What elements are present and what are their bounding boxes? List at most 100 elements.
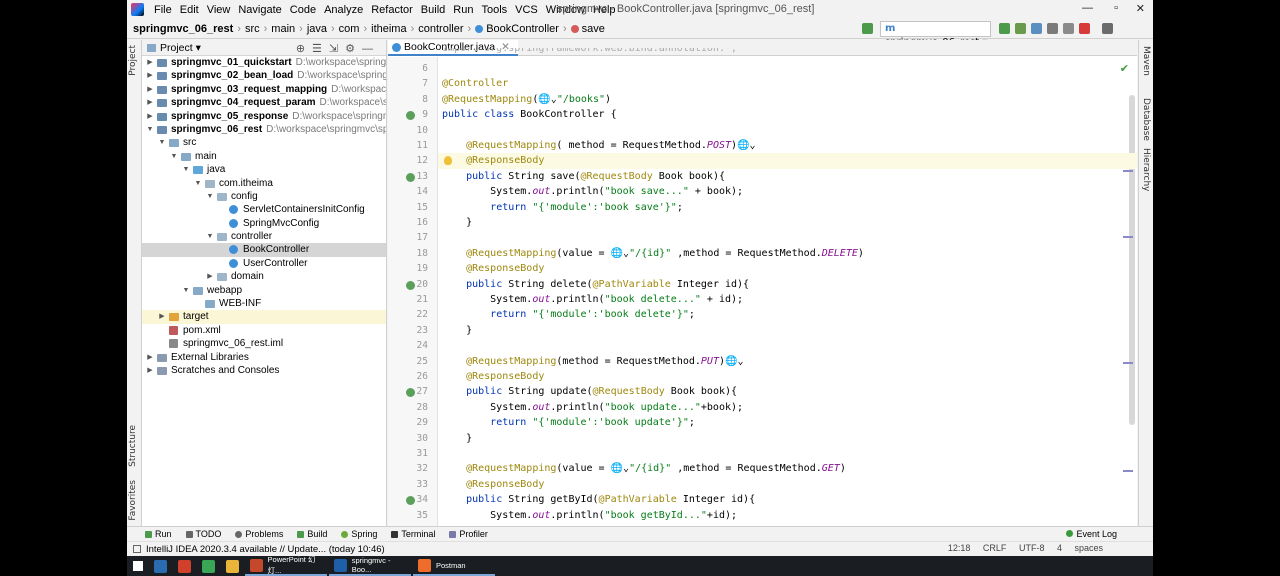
maximize-button[interactable]: ▫	[1114, 2, 1118, 14]
run-icon[interactable]	[999, 23, 1010, 34]
code-line[interactable]	[438, 123, 1137, 138]
breadcrumb-src[interactable]: › src	[233, 23, 259, 35]
close-button[interactable]: ✕	[1136, 2, 1145, 15]
menu-file[interactable]: File	[150, 4, 176, 16]
search-everywhere-icon[interactable]	[1102, 23, 1113, 34]
tree-item[interactable]: ▶ External Libraries	[142, 351, 386, 364]
taskbar-app[interactable]	[221, 556, 245, 576]
breadcrumb-method[interactable]: › save	[559, 23, 605, 35]
intention-bulb-icon[interactable]	[444, 156, 452, 166]
tree-item[interactable]: ▶ Scratches and Consoles	[142, 364, 386, 377]
code-line[interactable]: @Controller	[438, 76, 1137, 91]
expand-down-icon[interactable]: ▼	[170, 150, 178, 163]
tree-item[interactable]: WEB-INF	[142, 297, 386, 310]
code-line[interactable]: @RequestMapping(method = RequestMethod.P…	[438, 354, 1137, 369]
project-panel-title[interactable]: Project	[160, 42, 193, 54]
tree-item[interactable]: SpringMvcConfig	[142, 217, 386, 230]
tab-maven[interactable]: Maven	[1141, 46, 1151, 76]
tree-item[interactable]: ▼ config	[142, 190, 386, 203]
minimize-button[interactable]: —	[1082, 2, 1093, 14]
code-line[interactable]: @RequestMapping(value = 🌐⌄"/{id}" ,metho…	[438, 246, 1137, 261]
expand-right-icon[interactable]: ▶	[146, 351, 154, 364]
menu-code[interactable]: Code	[286, 4, 320, 16]
tree-item[interactable]: pom.xml	[142, 324, 386, 337]
menu-refactor[interactable]: Refactor	[367, 4, 417, 16]
taskbar-app[interactable]	[197, 556, 221, 576]
tree-item[interactable]: ▶ target	[142, 310, 386, 324]
caret-position[interactable]: 12:18	[948, 543, 971, 553]
code-line[interactable]: public String delete(@PathVariable Integ…	[438, 277, 1137, 292]
tree-item[interactable]: ▶ springmvc_01_quickstart D:\workspace\spr…	[142, 56, 386, 69]
expand-right-icon[interactable]: ▶	[206, 270, 214, 283]
profile-icon[interactable]	[1047, 23, 1058, 34]
breadcrumb-com[interactable]: › com	[327, 23, 359, 35]
breadcrumb-controller[interactable]: › controller	[407, 23, 464, 35]
tree-item[interactable]: ▼ src	[142, 136, 386, 149]
tab-project[interactable]: Project	[128, 45, 138, 76]
menu-build[interactable]: Build	[417, 4, 449, 16]
taskbar-app[interactable]	[173, 556, 197, 576]
code-line[interactable]	[438, 230, 1137, 245]
code-line[interactable]	[438, 61, 1137, 76]
taskbar-app[interactable]: springmvc - Boo...	[329, 556, 411, 576]
tree-item[interactable]: UserController	[142, 257, 386, 270]
status-message[interactable]: IntelliJ IDEA 2020.3.4 available // Upda…	[146, 544, 385, 555]
code-line[interactable]: return "{'module':'book update'}";	[438, 415, 1137, 430]
start-icon[interactable]	[127, 556, 149, 576]
code-line[interactable]: public String save(@RequestBody Book boo…	[438, 169, 1137, 184]
code-line[interactable]	[438, 338, 1137, 353]
taskbar-app[interactable]	[149, 556, 173, 576]
tab-structure[interactable]: Structure	[128, 425, 138, 467]
breadcrumb-main[interactable]: › main	[260, 23, 296, 35]
tree-item[interactable]: ▶ springmvc_04_request_param D:\workspace\…	[142, 96, 386, 109]
code-line[interactable]	[438, 446, 1137, 461]
tree-item[interactable]: ▶ springmvc_03_request_mapping D:\workspac…	[142, 83, 386, 96]
tool-build[interactable]: Build	[297, 529, 327, 539]
taskbar-app[interactable]: Postman	[413, 556, 495, 576]
expand-down-icon[interactable]: ▼	[146, 123, 154, 136]
tab-hierarchy[interactable]: Hierarchy	[1141, 148, 1151, 192]
code-line[interactable]: System.out.println("book save..." + book…	[438, 184, 1137, 199]
menu-tools[interactable]: Tools	[477, 4, 511, 16]
code-line[interactable]: @ResponseBody	[438, 153, 1137, 169]
expand-down-icon[interactable]: ▼	[182, 284, 190, 297]
tree-item[interactable]: springmvc_06_rest.iml	[142, 337, 386, 350]
breadcrumb-java[interactable]: › java	[295, 23, 327, 35]
run-config-select[interactable]: m springmvc_06_rest ▾	[880, 21, 991, 48]
expand-right-icon[interactable]: ▶	[146, 110, 154, 123]
tool-spring[interactable]: Spring	[341, 529, 377, 539]
tree-item[interactable]: ▼ controller	[142, 230, 386, 243]
tool-problems[interactable]: Problems	[235, 529, 283, 539]
tree-item[interactable]: ▼ java	[142, 163, 386, 176]
tool-todo[interactable]: TODO	[185, 529, 221, 539]
project-panel-tools[interactable]: ⊕☰⇲⚙—	[296, 42, 380, 55]
code-line[interactable]: @RequestMapping(🌐⌄"/books")	[438, 92, 1137, 107]
indent-setting[interactable]: 4 spaces	[1057, 543, 1103, 553]
code-line[interactable]: public class BookController {	[438, 107, 1137, 122]
expand-down-icon[interactable]: ▼	[158, 136, 166, 149]
code-line[interactable]: }	[438, 431, 1137, 446]
status-toggle-icon[interactable]	[133, 545, 141, 553]
code-line[interactable]: public String getById(@PathVariable Inte…	[438, 492, 1137, 507]
code-line[interactable]: @ResponseBody	[438, 369, 1137, 384]
spring-bean-gutter-icon[interactable]	[406, 280, 415, 290]
code-line[interactable]: @RequestMapping( method = RequestMethod.…	[438, 138, 1137, 153]
tool-profiler[interactable]: Profiler	[449, 529, 488, 539]
tree-item[interactable]: ▼ webapp	[142, 284, 386, 297]
code-line[interactable]: @ResponseBody	[438, 261, 1137, 276]
menu-edit[interactable]: Edit	[176, 4, 203, 16]
tree-item[interactable]: ▶ springmvc_05_response D:\workspace\sprin…	[142, 110, 386, 123]
code-line[interactable]: public String update(@RequestBody Book b…	[438, 384, 1137, 399]
expand-down-icon[interactable]: ▼	[194, 177, 202, 190]
menu-vcs[interactable]: VCS	[511, 4, 542, 16]
tab-database[interactable]: Database	[1141, 98, 1151, 141]
breadcrumb-module[interactable]: springmvc_06_rest	[133, 23, 233, 35]
tree-item[interactable]: BookController	[142, 243, 386, 257]
tree-item[interactable]: ▶ springmvc_02_bean_load D:\workspace\spri…	[142, 69, 386, 82]
expand-right-icon[interactable]: ▶	[146, 364, 154, 377]
tree-item[interactable]: ▼ com.itheima	[142, 177, 386, 190]
expand-right-icon[interactable]: ▶	[146, 83, 154, 96]
menu-run[interactable]: Run	[449, 4, 477, 16]
expand-down-icon[interactable]: ▼	[182, 163, 190, 176]
file-encoding[interactable]: UTF-8	[1019, 543, 1045, 553]
